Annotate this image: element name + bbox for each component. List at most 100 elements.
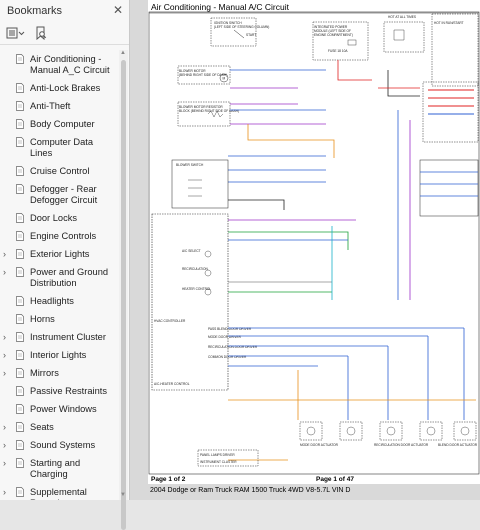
bookmark-item[interactable]: › Mirrors [0, 368, 118, 379]
bookmark-item[interactable]: Door Locks [0, 213, 118, 224]
document-caption: 2004 Dodge or Ram Truck RAM 1500 Truck 4… [150, 487, 351, 494]
bookmark-label: Exterior Lights [30, 249, 90, 259]
bookmark-item[interactable]: › Seats [0, 422, 118, 433]
bookmark-item[interactable]: › Starting and Charging [0, 458, 118, 480]
blower-switch-box [171, 159, 229, 209]
chevron-right-icon[interactable]: › [3, 422, 6, 433]
bookmark-page-icon [16, 231, 24, 241]
wire-orange-1 [247, 124, 335, 158]
bookmark-item[interactable]: Anti-Theft [0, 101, 118, 112]
bookmark-page-icon [16, 487, 24, 497]
chevron-right-icon[interactable]: › [3, 267, 6, 278]
bookmark-page-icon [16, 440, 24, 450]
bookmark-page-icon [16, 332, 24, 342]
blower-switch-contacts [188, 179, 202, 197]
recirc-label: RECIRCULATION [182, 267, 208, 271]
act-recirc-label: RECIRCULATION DOOR ACTUATOR [374, 443, 429, 447]
relay-coil [393, 29, 405, 41]
bookmark-item[interactable]: › Supplemental Restraints [0, 487, 118, 500]
bookmark-item[interactable]: Body Computer [0, 119, 118, 130]
bookmark-search-icon[interactable] [35, 24, 47, 42]
scroll-thumb[interactable] [121, 60, 126, 530]
bookmark-label: Defogger - Rear Defogger Circuit [30, 184, 98, 205]
ac-heater-control-label: A/C-HEATER CONTROL [154, 382, 190, 386]
panel-lamps-label: PANEL LAMPS DRIVER [200, 453, 235, 457]
scroll-down-icon[interactable]: ▼ [120, 492, 126, 498]
bookmark-label: Power Windows [30, 404, 97, 414]
diagram-border [148, 11, 480, 475]
bookmark-item[interactable]: Engine Controls [0, 231, 118, 242]
bookmark-item[interactable]: Power Windows [0, 404, 118, 415]
bookmarks-header: Bookmarks ✕ [0, 0, 129, 22]
bookmark-item[interactable]: › Interior Lights [0, 350, 118, 361]
bookmark-item[interactable]: Defogger - Rear Defogger Circuit [0, 184, 118, 206]
page-indicator-center: Page 1 of 47 [316, 476, 354, 483]
chevron-right-icon[interactable]: › [3, 368, 6, 379]
bookmark-label: Air Conditioning - Manual A_C Circuit [30, 54, 110, 75]
document-viewer: Air Conditioning - Manual A/C Circuit IG… [130, 0, 480, 500]
bookmark-page-icon [16, 119, 24, 129]
bookmark-item[interactable]: › Power and Ground Distribution [0, 267, 118, 289]
bookmark-item[interactable]: Horns [0, 314, 118, 325]
bookmark-label: Anti-Lock Brakes [30, 83, 101, 93]
bookmark-label: Body Computer [30, 119, 95, 129]
wiring-diagram: IGNITION SWITCH (LEFT SIDE OF STEERING C… [148, 11, 480, 475]
actuator-3 [379, 421, 403, 441]
wire-green-1 [228, 231, 349, 250]
actuator-1 [299, 421, 323, 441]
bookmark-page-icon [16, 213, 24, 223]
blower-resistor-sub: BLOCK (BEHIND RIGHT SIDE OF DASH) [179, 109, 239, 113]
bookmark-label: Computer Data Lines [30, 137, 94, 158]
chevron-right-icon[interactable]: › [3, 458, 6, 469]
bookmark-label: Engine Controls [30, 231, 97, 241]
recirc-switch [204, 269, 212, 277]
bookmark-page-icon [16, 249, 24, 259]
bookmark-item[interactable]: › Sound Systems [0, 440, 118, 451]
chevron-right-icon[interactable]: › [3, 440, 6, 451]
bookmark-page-icon [16, 166, 24, 176]
bookmark-item[interactable]: Cruise Control [0, 166, 118, 177]
bookmark-label: Seats [30, 422, 54, 432]
bookmark-page-icon [16, 137, 24, 147]
bookmark-page-icon [16, 404, 24, 414]
bookmark-page-icon [16, 54, 24, 64]
bookmark-item[interactable]: Passive Restraints [0, 386, 118, 397]
bookmark-page-icon [16, 368, 24, 378]
hvac-label: HVAC CONTROLLER [154, 319, 186, 323]
list-options-icon[interactable] [6, 24, 26, 42]
bookmark-label: Mirrors [30, 368, 59, 378]
chevron-right-icon[interactable]: › [3, 487, 6, 498]
bookmark-item[interactable]: Anti-Lock Brakes [0, 83, 118, 94]
bookmark-label: Passive Restraints [30, 386, 107, 396]
blower-switch-label: BLOWER SWITCH [176, 163, 204, 167]
bookmark-page-icon [16, 267, 24, 277]
bookmark-item[interactable]: Air Conditioning - Manual A_C Circuit [0, 54, 118, 76]
close-icon[interactable]: ✕ [113, 3, 123, 17]
chevron-right-icon[interactable]: › [3, 332, 6, 343]
ac-select-label: A/C SELECT [182, 249, 201, 253]
bookmark-item[interactable]: › Instrument Cluster [0, 332, 118, 343]
chevron-right-icon[interactable]: › [3, 350, 6, 361]
bookmark-label: Instrument Cluster [30, 332, 106, 342]
chevron-right-icon[interactable]: › [3, 249, 6, 260]
bookmark-page-icon [16, 314, 24, 324]
switch-contact [233, 29, 245, 39]
bookmark-item[interactable]: Computer Data Lines [0, 137, 118, 159]
ignition-switch-sub: (LEFT SIDE OF STEERING COLUMN) [214, 25, 269, 29]
act-blend-label: BLEND DOOR ACTUATOR [438, 443, 478, 447]
scroll-up-icon[interactable]: ▲ [120, 50, 126, 56]
bookmark-label: Cruise Control [30, 166, 90, 176]
actuator-5 [453, 421, 477, 441]
hot-run-start: HOT IN RUN/START [434, 21, 464, 25]
blower-motor-sub: (BEHIND RIGHT SIDE OF DASH) [179, 73, 227, 77]
ipm-label-3: ENGINE COMPARTMENT) [314, 33, 353, 37]
wire-black-2 [387, 70, 420, 97]
ac-select-switch [204, 250, 212, 258]
bookmark-page-icon [16, 296, 24, 306]
fuse-18 [347, 39, 357, 46]
bookmark-page-icon [16, 386, 24, 396]
actuator-4 [419, 421, 443, 441]
bookmark-item[interactable]: › Exterior Lights [0, 249, 118, 260]
bookmark-item[interactable]: Headlights [0, 296, 118, 307]
bookmark-scrollbar[interactable]: ▲ ▼ [119, 50, 128, 530]
